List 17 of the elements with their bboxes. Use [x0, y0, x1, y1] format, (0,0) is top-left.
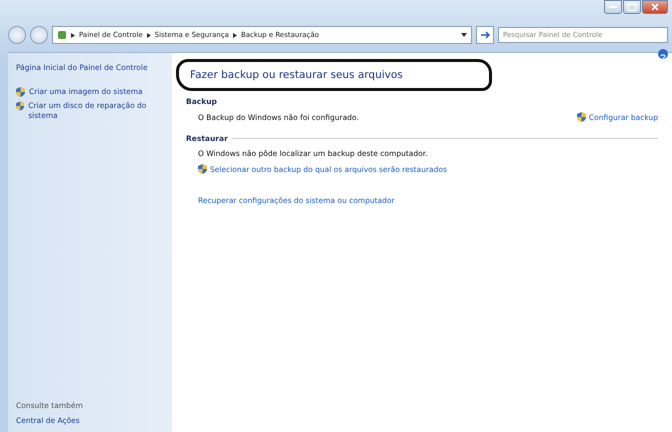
maximize-button[interactable]: [623, 0, 641, 14]
shield-icon: [16, 101, 24, 111]
close-button[interactable]: [642, 0, 668, 14]
shield-icon: [198, 164, 207, 174]
arrow-icon: [480, 31, 490, 39]
dropdown-icon[interactable]: [461, 33, 467, 37]
shield-icon: [576, 112, 586, 122]
minimize-button[interactable]: [604, 0, 622, 14]
chevron-icon: [232, 32, 237, 38]
refresh-button[interactable]: [476, 26, 494, 44]
help-button[interactable]: [658, 49, 668, 59]
close-icon: [651, 3, 659, 11]
chevron-icon: [71, 32, 75, 38]
shield-icon: [16, 87, 25, 97]
chevron-icon: [146, 32, 151, 38]
page-title: Fazer backup ou restaurar seus arquivos: [190, 69, 404, 81]
maximize-icon: [628, 4, 636, 10]
